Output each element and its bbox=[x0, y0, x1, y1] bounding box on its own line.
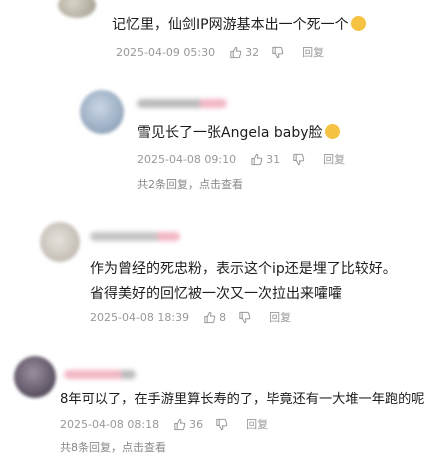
comment-text-content: 雪见长了一张Angela baby脸 bbox=[137, 125, 323, 141]
comment-date: 2025-04-08 09:10 bbox=[137, 152, 237, 166]
dislike-button[interactable] bbox=[271, 46, 284, 59]
crying-face-icon bbox=[350, 16, 366, 31]
comment-meta: 2025-04-08 08:18 36 回复 bbox=[60, 416, 268, 432]
view-replies-link[interactable]: 共2条回复，点击查看 bbox=[137, 176, 243, 192]
dislike-button[interactable] bbox=[215, 418, 228, 431]
thumbs-down-icon bbox=[239, 311, 251, 323]
reply-button[interactable]: 回复 bbox=[246, 416, 268, 432]
thumbs-down-icon bbox=[293, 153, 305, 165]
avatar[interactable] bbox=[40, 222, 80, 262]
comment-text: 记忆里，仙剑IP网游基本出一个死一个 bbox=[112, 14, 366, 36]
reply-button[interactable]: 回复 bbox=[302, 44, 324, 60]
reply-button[interactable]: 回复 bbox=[269, 309, 291, 325]
grinning-face-icon bbox=[324, 124, 340, 139]
like-count: 8 bbox=[219, 310, 227, 324]
comment-date: 2025-04-08 08:18 bbox=[60, 417, 160, 431]
avatar[interactable] bbox=[14, 356, 56, 398]
username[interactable] bbox=[90, 232, 180, 241]
comment-meta: 2025-04-08 09:10 31 回复 bbox=[137, 151, 345, 167]
thumbs-up-icon bbox=[251, 153, 263, 165]
username[interactable] bbox=[64, 370, 136, 379]
comment-text: 8年可以了，在手游里算长寿的了，毕竟还有一大堆一年跑的呢 bbox=[60, 392, 425, 407]
like-count: 36 bbox=[189, 417, 204, 431]
thumbs-up-icon bbox=[204, 311, 216, 323]
like-button[interactable]: 8 bbox=[203, 311, 226, 324]
comment-text: 雪见长了一张Angela baby脸 bbox=[137, 122, 340, 144]
thumbs-down-icon bbox=[272, 46, 284, 58]
like-button[interactable]: 32 bbox=[229, 46, 259, 59]
avatar[interactable] bbox=[58, 0, 96, 18]
like-count: 32 bbox=[245, 45, 260, 59]
dislike-button[interactable] bbox=[292, 153, 305, 166]
view-replies-link[interactable]: 共8条回复，点击查看 bbox=[60, 439, 166, 455]
comment-meta: 2025-04-08 18:39 8 回复 bbox=[90, 309, 291, 325]
thumbs-up-icon bbox=[174, 418, 186, 430]
comment-text-line-2: 省得美好的回忆被一次又一次拉出来嚯嚯 bbox=[90, 286, 342, 302]
like-button[interactable]: 31 bbox=[250, 153, 280, 166]
like-button[interactable]: 36 bbox=[173, 418, 203, 431]
comment-text-line-1: 作为曾经的死忠粉，表示这个ip还是埋了比较好。 bbox=[90, 261, 397, 277]
comment-date: 2025-04-09 05:30 bbox=[116, 45, 216, 59]
like-count: 31 bbox=[266, 152, 281, 166]
username[interactable] bbox=[137, 99, 227, 108]
dislike-button[interactable] bbox=[238, 311, 251, 324]
comment-text-content: 记忆里，仙剑IP网游基本出一个死一个 bbox=[112, 17, 349, 33]
reply-button[interactable]: 回复 bbox=[323, 151, 345, 167]
thumbs-down-icon bbox=[216, 418, 228, 430]
avatar[interactable] bbox=[80, 90, 124, 134]
thumbs-up-icon bbox=[230, 46, 242, 58]
comment-date: 2025-04-08 18:39 bbox=[90, 310, 190, 324]
comment-meta: 2025-04-09 05:30 32 回复 bbox=[116, 44, 324, 60]
